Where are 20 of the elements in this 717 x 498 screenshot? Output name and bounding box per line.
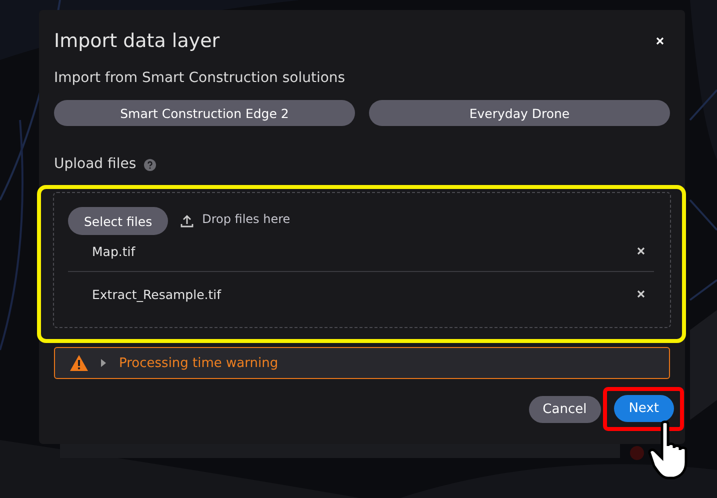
warning-icon [69, 354, 89, 372]
cancel-button[interactable]: Cancel [528, 396, 601, 422]
section-label: Import from Smart Construction solutions [54, 70, 346, 86]
upload-icon [180, 214, 194, 228]
section-label: Upload files [54, 156, 136, 172]
file-name: Extract_Resample.tif [92, 286, 222, 302]
file-name: Map.tif [92, 244, 136, 258]
warning-text: Processing time warning [119, 356, 278, 370]
warning-banner[interactable]: Processing time warning [54, 347, 670, 379]
drop-zone[interactable]: Select files Drop files here Map.tif Extract_Resample.tif [53, 192, 671, 328]
close-icon[interactable] [655, 36, 665, 46]
source-button[interactable]: Smart Construction Edge 2 [54, 100, 355, 126]
source-button[interactable]: Everyday Drone [369, 100, 670, 126]
select-files-button[interactable]: Select files [68, 207, 168, 235]
help-icon[interactable] [144, 159, 156, 171]
dialog-title: Import data layer [54, 30, 220, 52]
next-button[interactable]: Next [614, 395, 674, 422]
remove-icon[interactable] [636, 246, 646, 256]
remove-icon[interactable] [636, 289, 646, 299]
drop-hint: Drop files here [202, 212, 290, 226]
